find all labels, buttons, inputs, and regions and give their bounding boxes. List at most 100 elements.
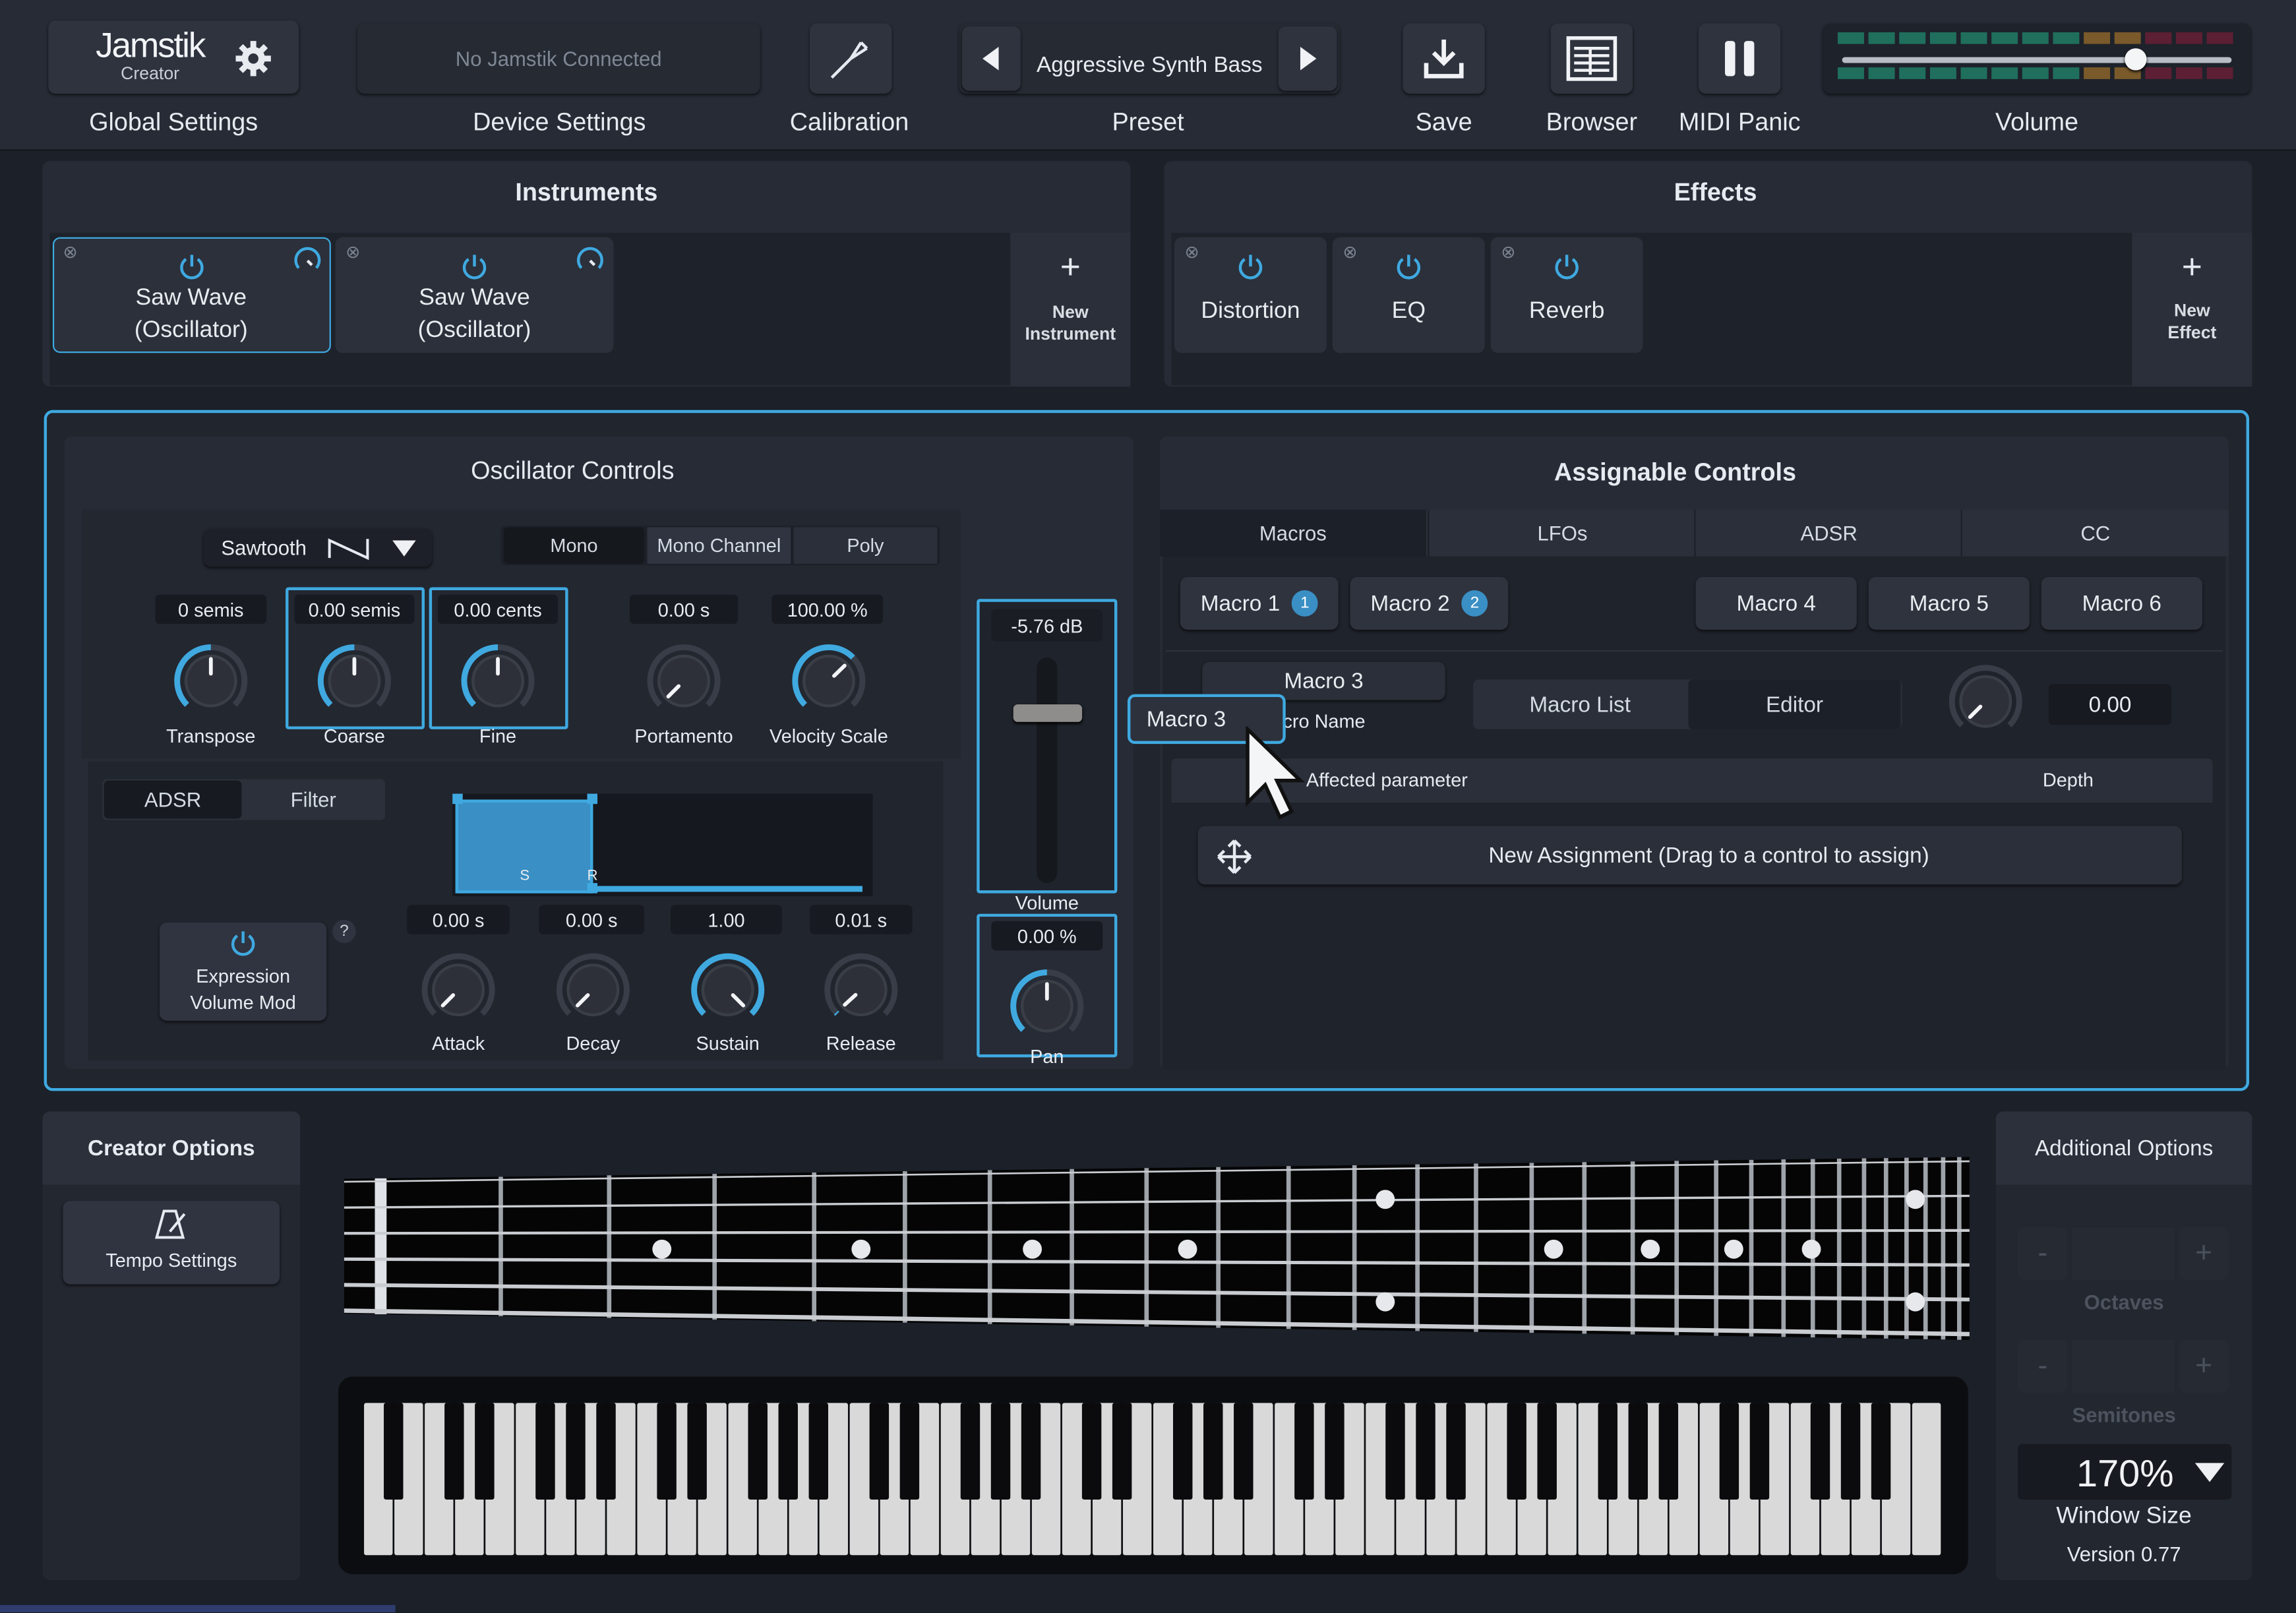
tab-macro-list[interactable]: Macro List — [1473, 679, 1687, 729]
instrument-slot-1[interactable]: ⊗ Saw Wave (Oscillator) — [52, 237, 331, 353]
save-button[interactable] — [1403, 23, 1485, 94]
browser-button[interactable] — [1550, 23, 1633, 94]
mini-knob-icon[interactable] — [293, 246, 322, 275]
voice-mode-poly[interactable]: Poly — [793, 527, 938, 564]
portamento-knob[interactable] — [643, 640, 725, 721]
instrument-slot-2[interactable]: ⊗ Saw Wave (Oscillator) — [335, 237, 614, 353]
attack-knob[interactable] — [417, 949, 499, 1031]
macro-amount-knob[interactable] — [1945, 661, 2026, 743]
octave-down-button[interactable]: - — [2018, 1227, 2068, 1280]
effect-slot-eq[interactable]: ⊗ EQ — [1332, 237, 1485, 353]
tab-cc[interactable]: CC — [1960, 509, 2229, 557]
envelope-handle[interactable] — [587, 883, 598, 894]
coarse-knob[interactable] — [313, 640, 395, 721]
octave-up-button[interactable]: + — [2179, 1227, 2229, 1280]
download-icon — [1424, 39, 1464, 78]
remove-effect-icon[interactable]: ⊗ — [1343, 241, 1357, 262]
instruments-title: Instruments — [515, 178, 658, 207]
tab-filter[interactable]: Filter — [243, 781, 384, 819]
power-icon[interactable] — [1394, 252, 1423, 281]
macro-6-button[interactable]: Macro 6 — [2041, 576, 2202, 630]
logo-subtext: Creator — [121, 63, 180, 84]
macro-amount-value[interactable]: 0.00 — [2048, 684, 2172, 725]
macro-1-label: Macro 1 — [1200, 591, 1281, 616]
tempo-settings-button[interactable]: Tempo Settings — [63, 1200, 280, 1285]
decay-knob[interactable] — [552, 949, 634, 1031]
mini-knob-icon[interactable] — [576, 246, 605, 275]
effect-slot-distortion[interactable]: ⊗ Distortion — [1174, 237, 1327, 353]
macro-5-button[interactable]: Macro 5 — [1868, 576, 2030, 630]
sustain-knob[interactable] — [687, 949, 769, 1031]
pan-value[interactable]: 0.00 % — [991, 921, 1103, 951]
volume-label: Volume — [1995, 108, 2078, 137]
voice-mode-mono-channel[interactable]: Mono Channel — [647, 527, 791, 564]
volume-db-value[interactable]: -5.76 dB — [991, 609, 1103, 642]
volume-fader-handle[interactable] — [1013, 704, 1083, 722]
transpose-value[interactable]: 0 semis — [155, 594, 267, 624]
minus-icon: - — [2038, 1236, 2048, 1269]
power-icon[interactable] — [1552, 252, 1581, 281]
coarse-value[interactable]: 0.00 semis — [294, 594, 415, 624]
piano-keyboard[interactable] — [363, 1403, 1942, 1556]
new-assignment-button[interactable]: New Assignment (Drag to a control to ass… — [1197, 826, 2182, 885]
new-effect-button[interactable]: + New Effect — [2132, 233, 2252, 387]
expression-volume-mod-button[interactable]: Expression Volume Mod — [160, 923, 327, 1021]
tab-lfos[interactable]: LFOs — [1428, 509, 1695, 557]
volume-fader-track[interactable] — [1037, 657, 1058, 884]
macro-1-button[interactable]: Macro 1 1 — [1180, 576, 1339, 630]
fine-value[interactable]: 0.00 cents — [437, 594, 559, 624]
remove-instrument-icon[interactable]: ⊗ — [346, 241, 360, 262]
remove-instrument-icon[interactable]: ⊗ — [63, 241, 77, 262]
decay-value[interactable]: 0.00 s — [539, 905, 645, 934]
window-size-select[interactable]: 170% — [2018, 1444, 2232, 1500]
tab-assign-adsr[interactable]: ADSR — [1694, 509, 1962, 557]
calibration-button[interactable] — [810, 23, 892, 94]
midi-panic-label: MIDI Panic — [1678, 108, 1801, 137]
waveform-select[interactable]: Sawtooth — [203, 528, 433, 567]
semitone-down-button[interactable]: - — [2018, 1339, 2068, 1393]
fine-knob[interactable] — [457, 640, 539, 721]
volume-slider-handle[interactable] — [2124, 48, 2146, 71]
tab-adsr[interactable]: ADSR — [104, 780, 242, 819]
macro-2-button[interactable]: Macro 2 2 — [1350, 576, 1509, 630]
release-knob[interactable] — [820, 949, 902, 1031]
coarse-label: Coarse — [323, 725, 385, 747]
attack-value[interactable]: 0.00 s — [407, 905, 510, 934]
transpose-knob[interactable] — [170, 640, 252, 721]
release-value[interactable]: 0.01 s — [810, 905, 913, 934]
new-instrument-button[interactable]: + New Instrument — [1010, 233, 1131, 387]
semitone-up-button[interactable]: + — [2179, 1339, 2229, 1393]
tab-editor[interactable]: Editor — [1688, 679, 1901, 729]
velocity-scale-knob[interactable] — [788, 640, 870, 721]
power-icon[interactable] — [1236, 252, 1265, 281]
calibration-label: Calibration — [789, 108, 909, 137]
global-settings-label: Global Settings — [89, 108, 258, 137]
jamstik-logo-button[interactable]: Jamstik Creator — [48, 20, 299, 94]
pan-knob[interactable] — [1006, 965, 1088, 1047]
tab-macros[interactable]: Macros — [1159, 509, 1426, 557]
macro-4-button[interactable]: Macro 4 — [1695, 576, 1857, 630]
envelope-handle[interactable] — [452, 793, 463, 805]
envelope-graph[interactable]: S R — [452, 793, 873, 897]
next-preset-button[interactable] — [1278, 26, 1337, 91]
additional-options-title: Additional Options — [2034, 1136, 2214, 1162]
volume-slider[interactable] — [1842, 48, 2232, 71]
remove-effect-icon[interactable]: ⊗ — [1501, 241, 1515, 262]
remove-effect-icon[interactable]: ⊗ — [1185, 241, 1199, 262]
envelope-handle[interactable] — [587, 793, 598, 805]
help-icon[interactable]: ? — [332, 919, 356, 944]
velocity-scale-value[interactable]: 100.00 % — [771, 594, 884, 624]
prev-preset-button[interactable] — [961, 26, 1021, 91]
effect-slot-reverb[interactable]: ⊗ Reverb — [1490, 237, 1643, 353]
oscillator-controls-title: Oscillator Controls — [471, 456, 675, 485]
power-icon[interactable] — [460, 252, 489, 281]
portamento-value[interactable]: 0.00 s — [629, 594, 739, 624]
sustain-value[interactable]: 1.00 — [671, 905, 782, 934]
device-status-button[interactable]: No Jamstik Connected — [357, 23, 760, 94]
midi-panic-button[interactable] — [1699, 23, 1781, 94]
fretboard[interactable] — [337, 1149, 1977, 1347]
voice-mode-mono[interactable]: Mono — [503, 527, 645, 564]
power-icon[interactable] — [177, 252, 206, 281]
instrument-1-type: (Oscillator) — [134, 317, 248, 343]
expression-label-2: Volume Mod — [190, 991, 296, 1014]
